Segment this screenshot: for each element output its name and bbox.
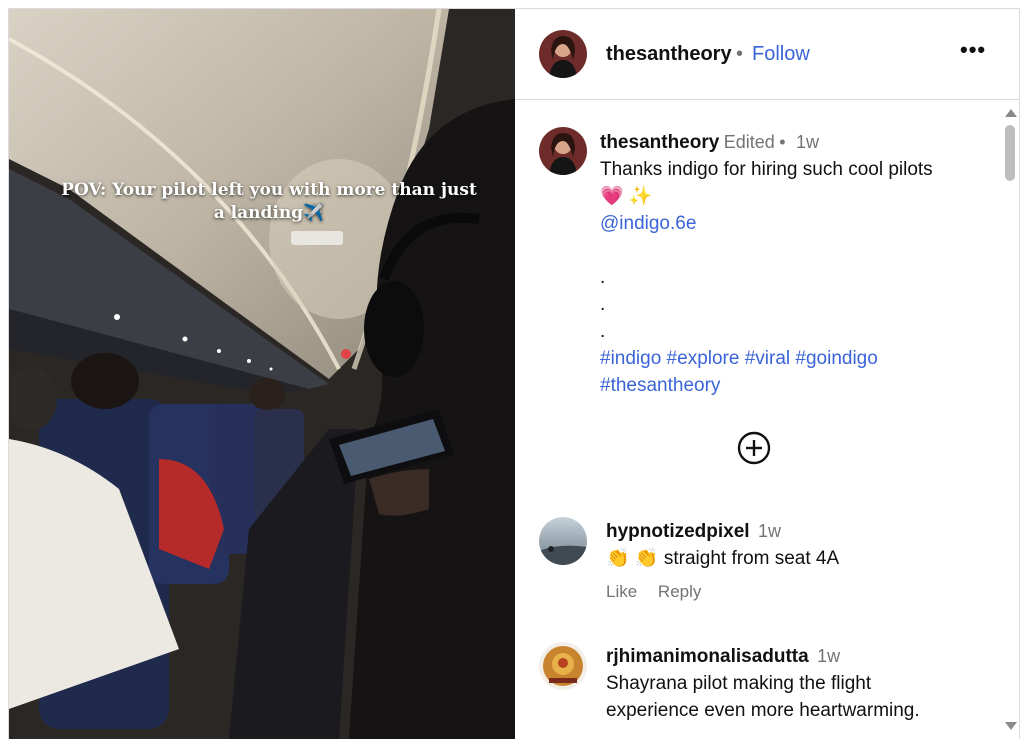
reply-comment-button[interactable]: Reply: [658, 582, 701, 601]
instagram-post: POV: Your pilot left you with more than …: [8, 8, 1020, 739]
comment-time[interactable]: 1w: [758, 521, 781, 541]
commenter-username[interactable]: rjhimanimonalisadutta: [606, 646, 809, 667]
post-video[interactable]: POV: Your pilot left you with more than …: [9, 9, 515, 739]
caption-hashtags[interactable]: #thesantheory: [600, 372, 990, 399]
comment-text: experience even more heartwarming.: [606, 700, 920, 721]
caption-mention-link[interactable]: @indigo.6e: [600, 210, 990, 237]
scrollbar-thumb[interactable]: [1005, 125, 1015, 181]
scrollbar[interactable]: [1001, 100, 1019, 739]
comment-emojis: 👏 👏: [606, 548, 659, 569]
commenter-avatar[interactable]: [539, 642, 587, 690]
comment-time[interactable]: 1w: [817, 646, 840, 666]
author-username[interactable]: thesantheory: [606, 43, 732, 66]
caption-emojis: 💗 ✨: [600, 186, 653, 207]
author-avatar[interactable]: [539, 30, 587, 78]
scroll-up-arrow-icon[interactable]: [1005, 109, 1017, 117]
caption-separator: •: [779, 132, 786, 152]
header-separator: •: [736, 43, 744, 65]
caption-edited: Edited: [723, 132, 775, 152]
caption-author-avatar[interactable]: [539, 127, 587, 175]
scroll-down-arrow-icon[interactable]: [1005, 722, 1017, 730]
post-details-panel: thesantheory • Follow ••• thesantheory E…: [515, 9, 1019, 739]
video-caption-overlay: POV: Your pilot left you with more than …: [61, 180, 477, 223]
post-header: thesantheory • Follow •••: [515, 9, 1019, 100]
caption-dot: .: [600, 267, 606, 288]
comment-text: straight from seat 4A: [663, 548, 840, 569]
airplane-cabin-image: [9, 9, 515, 739]
comment-text: Shayrana pilot making the flight: [606, 673, 872, 694]
commenter-avatar[interactable]: [539, 517, 587, 565]
like-comment-button[interactable]: Like: [606, 582, 637, 601]
caption-time[interactable]: 1w: [796, 132, 819, 152]
caption-hashtags[interactable]: #indigo #explore #viral #goindigo: [600, 345, 990, 372]
commenter-username[interactable]: hypnotizedpixel: [606, 521, 750, 542]
follow-button[interactable]: Follow: [752, 43, 810, 66]
caption-username[interactable]: thesantheory: [600, 132, 719, 153]
caption-dot: .: [600, 294, 606, 315]
caption-dot: .: [600, 321, 606, 342]
comments-scroll-area[interactable]: thesantheory Edited • 1w Thanks indigo f…: [515, 100, 1019, 739]
caption-text: Thanks indigo for hiring such cool pilot…: [600, 159, 933, 180]
more-options-icon[interactable]: •••: [960, 37, 986, 63]
load-more-comments-icon[interactable]: [737, 431, 771, 465]
